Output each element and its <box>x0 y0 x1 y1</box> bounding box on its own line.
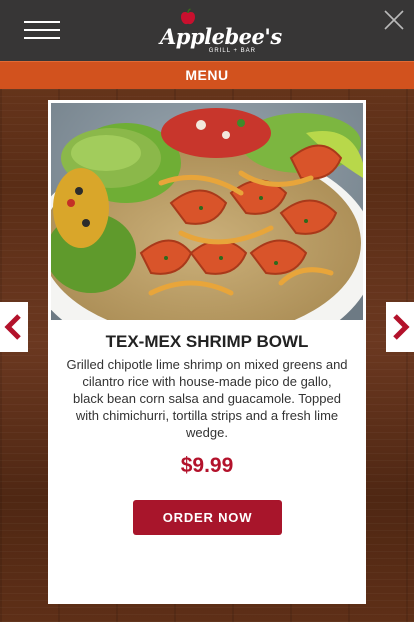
menu-item-card: TEX-MEX SHRIMP BOWL Grilled chipotle lim… <box>48 100 366 604</box>
item-description: Grilled chipotle lime shrimp on mixed gr… <box>66 357 348 440</box>
carousel-next-button[interactable] <box>386 302 414 352</box>
brand-tagline: GRILL + BAR <box>208 48 256 54</box>
brand-logo[interactable]: Applebee's GRILL + BAR <box>160 6 282 56</box>
chevron-left-icon <box>4 314 21 340</box>
item-title: TEX-MEX SHRIMP BOWL <box>105 332 309 351</box>
hamburger-line <box>24 37 60 39</box>
top-header: Applebee's GRILL + BAR <box>0 0 414 61</box>
order-now-button[interactable]: ORDER NOW <box>133 500 282 535</box>
brand-name: Applebee's <box>160 24 282 49</box>
menu-bar[interactable]: MENU <box>0 61 414 89</box>
item-price: $9.99 <box>180 454 234 477</box>
chevron-right-icon <box>393 314 410 340</box>
hamburger-menu-icon[interactable] <box>24 21 60 39</box>
carousel-prev-button[interactable] <box>0 302 28 352</box>
dish-photo <box>51 103 363 320</box>
hamburger-line <box>24 29 60 31</box>
shrimp-bowl-image <box>51 103 363 320</box>
hamburger-line <box>24 21 60 23</box>
menu-label: MENU <box>185 67 229 83</box>
close-icon[interactable] <box>383 9 405 31</box>
